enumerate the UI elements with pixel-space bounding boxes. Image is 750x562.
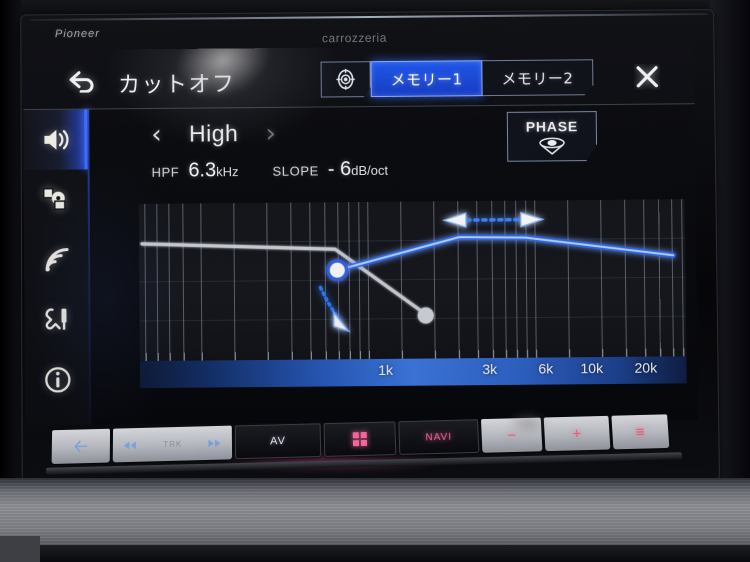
- hw-volume-down-button[interactable]: −: [480, 417, 543, 453]
- band-name: High: [188, 120, 239, 147]
- crosshair-speaker-icon: [334, 67, 358, 91]
- pioneer-logo: Pioneer: [54, 27, 100, 41]
- back-button[interactable]: [61, 64, 103, 98]
- freq-tick-10k: 10k: [580, 360, 604, 377]
- speaker-icon: [44, 129, 69, 150]
- dashboard-left-trim: [0, 0, 22, 500]
- page-title: カットオフ: [117, 72, 236, 99]
- signal-waves-icon: [45, 248, 69, 272]
- dashboard-lower-shadow: [0, 545, 750, 562]
- hw-back-button[interactable]: [51, 428, 111, 465]
- crossover-graph[interactable]: [138, 199, 687, 362]
- fast-forward-icon: [208, 439, 221, 447]
- hw-apps-button[interactable]: [323, 421, 397, 457]
- hw-navi-button[interactable]: NAVI: [398, 419, 480, 455]
- cutoff-frequency-value[interactable]: 6.3: [188, 159, 216, 182]
- info-icon: [45, 366, 71, 392]
- hw-volume-up-button[interactable]: +: [543, 415, 610, 452]
- freq-tick-6k: 6k: [538, 360, 554, 377]
- back-arrow-icon: [74, 440, 88, 452]
- slope-unit: dB/oct: [351, 162, 389, 179]
- phase-label: PHASE: [525, 117, 579, 135]
- band-prev-button[interactable]: ‹: [151, 119, 162, 149]
- hw-volume-down-label: −: [506, 426, 517, 444]
- screenshot-stage: Pioneer carrozzeria カットオフ メモリー1 メモリー2 ‹ …: [0, 0, 750, 562]
- cutoff-frequency-unit: kHz: [216, 164, 239, 180]
- dashboard-lower-left-block: [0, 536, 40, 562]
- grid-icon: [352, 431, 368, 447]
- freq-tick-20k: 20k: [634, 359, 658, 376]
- close-icon: [637, 66, 659, 88]
- media-source-icon: [43, 188, 66, 210]
- lcd-screen: カットオフ メモリー1 メモリー2 ‹ High › HPF 6.3 kHz S…: [22, 44, 699, 426]
- graph-vertical-grid: [144, 199, 684, 361]
- sidebar-item-tools[interactable]: [24, 289, 90, 350]
- sidebar-item-wireless[interactable]: [24, 229, 90, 290]
- rewind-icon: [124, 441, 137, 449]
- sidebar-item-speaker-level[interactable]: [23, 109, 90, 170]
- hw-menu-label: ≡: [635, 423, 645, 441]
- memory-button-group: メモリー1 メモリー2: [321, 59, 594, 97]
- crosshair-speaker-icon-button[interactable]: [321, 61, 371, 97]
- memory-1-button[interactable]: メモリー1: [370, 60, 483, 98]
- carrozzeria-logo: carrozzeria: [321, 30, 387, 46]
- hw-volume-up-label: +: [572, 424, 582, 442]
- phase-speaker-icon: [533, 135, 571, 155]
- cutoff-handle: [326, 259, 349, 282]
- phase-button[interactable]: PHASE: [507, 111, 597, 162]
- hw-track-button[interactable]: TRK: [113, 425, 233, 463]
- band-parameters: HPF 6.3 kHz SLOPE - 6 dB/oct: [151, 158, 389, 183]
- screen-top-bar: カットオフ メモリー1 メモリー2: [22, 44, 695, 111]
- hw-menu-button[interactable]: ≡: [610, 414, 670, 450]
- filter-type-label: HPF: [151, 164, 180, 180]
- tools-icon: [45, 308, 67, 330]
- memory-2-button[interactable]: メモリー2: [482, 59, 593, 96]
- hw-av-label: AV: [269, 435, 287, 448]
- sidebar-item-source-media[interactable]: [24, 169, 90, 230]
- hw-av-button[interactable]: AV: [234, 423, 322, 460]
- hw-track-label: TRK: [163, 439, 183, 449]
- frequency-axis[interactable]: 1k 3k 6k 10k 20k: [139, 356, 687, 389]
- content-panel: ‹ High › HPF 6.3 kHz SLOPE - 6 dB/oct PH…: [89, 104, 699, 425]
- slope-drag-arrow: [318, 285, 351, 333]
- sidebar-item-information[interactable]: [25, 349, 91, 410]
- hw-navi-label: NAVI: [425, 431, 453, 443]
- band-selector: ‹ High ›: [151, 118, 276, 149]
- close-button[interactable]: [627, 59, 667, 95]
- band-next-button[interactable]: ›: [265, 118, 276, 148]
- slope-value[interactable]: - 6: [328, 158, 352, 181]
- sidebar: [23, 109, 92, 426]
- freq-tick-1k: 1k: [378, 361, 394, 379]
- freq-tick-3k: 3k: [482, 360, 498, 378]
- slope-label: SLOPE: [272, 163, 319, 179]
- frequency-drag-arrow: [441, 211, 545, 228]
